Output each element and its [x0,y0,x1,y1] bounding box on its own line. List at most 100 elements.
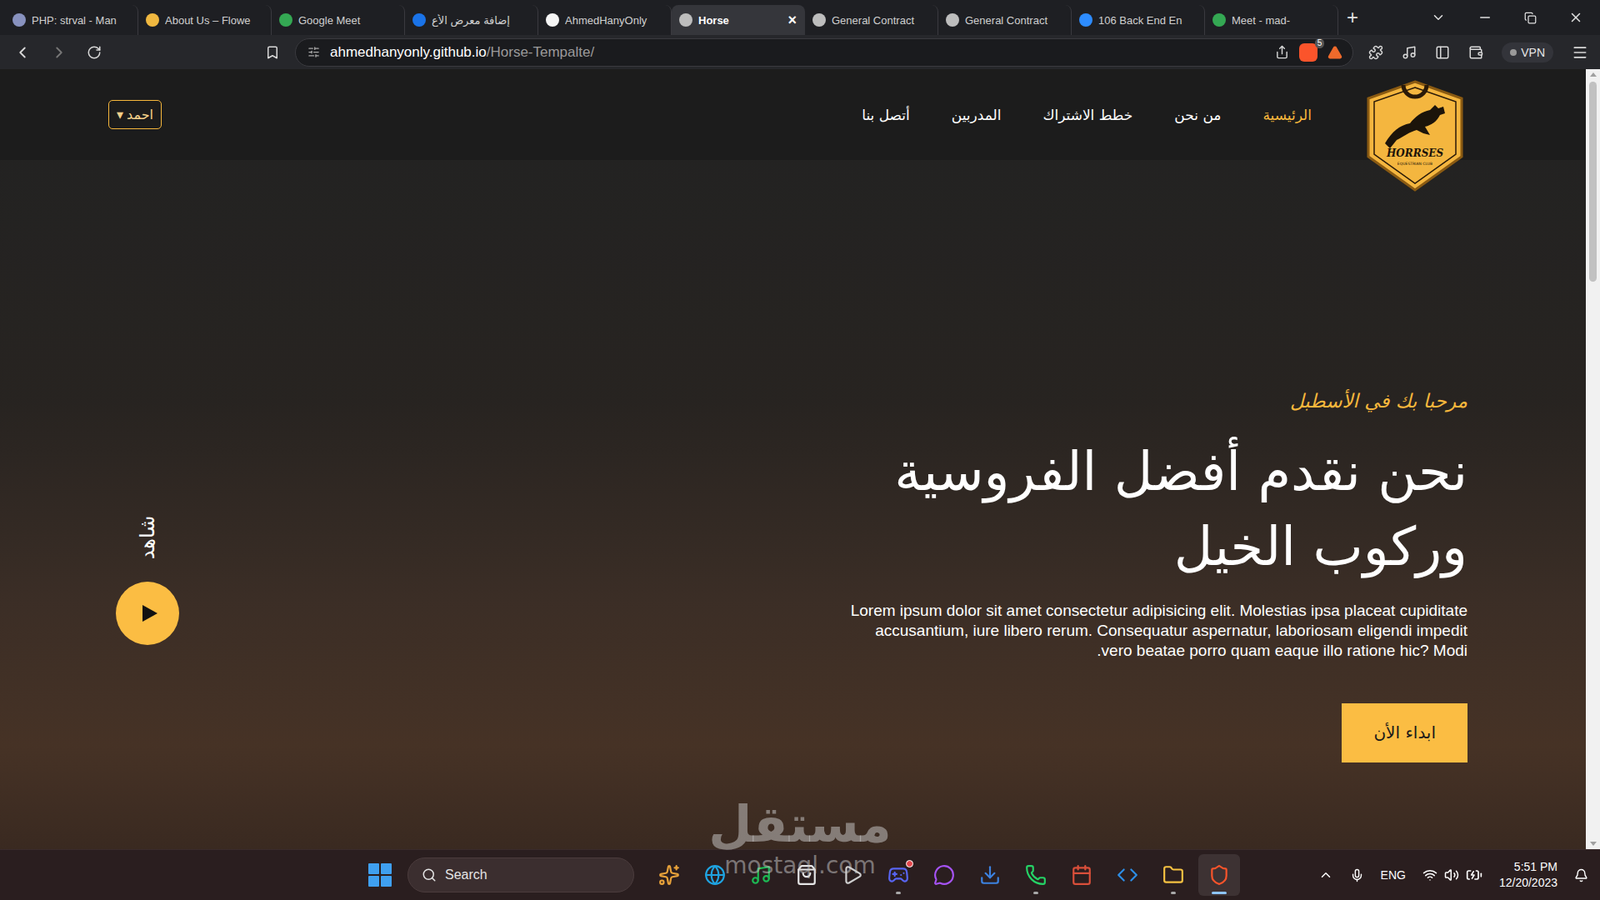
taskbar-app[interactable] [1198,854,1240,896]
start-button-icon[interactable] [360,855,400,895]
show-hidden-icon[interactable] [1318,867,1334,883]
brave-rewards-icon[interactable] [1327,45,1343,60]
nav-link[interactable]: الرئيسية [1262,106,1312,124]
shields-count: 5 [1315,38,1325,49]
tab-label: About Us – Flowe [165,14,264,27]
browser-tab[interactable]: إضافة معرض الأع [405,5,539,35]
wifi-icon[interactable] [1422,867,1438,883]
back-icon[interactable] [13,43,32,62]
screen: PHP: strval - Man About Us – Flowe Google … [0,0,1600,900]
clock[interactable]: 5:51 PM12/20/2023 [1499,859,1558,891]
address-bar[interactable]: ahmedhanyonly.github.io/Horse-Tempalte/5 [295,38,1354,67]
brave-shields-icon[interactable]: 5 [1299,43,1318,62]
tab-label: 106 Back End En [1098,14,1197,27]
page-scrollbar[interactable] [1585,69,1600,850]
favicon-icon [945,13,960,27]
close-window-icon[interactable] [1568,10,1584,25]
browser-tab[interactable]: 106 Back End En [1071,5,1205,35]
nav-link[interactable]: خطط الاشتراك [1042,106,1133,124]
taskbar-app[interactable] [1106,854,1149,896]
app-icon [1162,864,1185,886]
minimize-icon[interactable] [1477,10,1493,25]
tab-label: General Contract [965,14,1064,27]
tab-label: General Contract [831,14,930,27]
browser-tab[interactable]: PHP: strval - Man [5,5,139,35]
site-navbar: HORRSESEQUESTRIAN CLUB الرئيسية من نحن خطط … [0,69,1586,160]
browser-tab[interactable]: AhmedHanyOnly [538,5,672,35]
app-icon [750,864,772,886]
scroll-thumb[interactable] [1589,81,1597,282]
nav-link[interactable]: من نحن [1174,106,1221,124]
favicon-icon [545,13,560,27]
taskbar-app[interactable] [831,854,874,896]
tab-close-button[interactable]: × [787,12,797,28]
taskbar-search[interactable]: Search [407,857,635,893]
battery-icon[interactable] [1465,866,1483,884]
new-tab-button[interactable]: + [1346,7,1359,28]
favicon-icon [145,13,160,27]
svg-text:HORRSES: HORRSES [1385,147,1445,160]
app-icon [658,864,680,886]
taskbar-app[interactable] [740,854,782,896]
volume-icon[interactable] [1444,867,1460,883]
taskbar-app[interactable] [785,854,828,896]
favicon-icon [12,13,26,27]
browser-tab[interactable]: About Us – Flowe [138,5,272,35]
share-icon[interactable] [1275,45,1290,60]
browser-tab[interactable]: Meet - mad- [1205,5,1339,35]
favicon-icon [679,13,693,27]
browser-tab[interactable]: General Contract [938,5,1072,35]
favicon-icon [412,13,426,27]
app-icon [795,864,818,886]
browser-tab[interactable]: General Contract [805,5,939,35]
play-button[interactable] [115,581,180,645]
tab-label: AhmedHanyOnly [565,14,664,27]
browser-tab[interactable]: Google Meet [271,5,405,35]
forward-icon[interactable] [50,43,69,62]
menu-icon[interactable] [1571,44,1589,61]
app-icon [704,864,726,886]
hero-section: مرحبا بك في الأسطبلنحن نقدم أفضل الفروسي… [0,160,1586,850]
restore-icon[interactable] [1524,11,1537,25]
favicon-icon [1079,13,1093,27]
hero-eyebrow: مرحبا بك في الأسطبل [1290,388,1468,414]
sidebar-icon[interactable] [1435,45,1450,60]
bookmark-icon[interactable] [265,45,280,60]
extensions-icon[interactable] [1368,45,1384,60]
horses-logo-icon[interactable]: HORRSESEQUESTRIAN CLUB [1363,73,1468,195]
app-icon [1070,864,1093,886]
app-icon [887,864,910,886]
nav-link[interactable]: المدربين [951,106,1002,124]
taskbar-app[interactable] [969,854,1011,896]
site-settings-icon[interactable] [307,45,320,59]
reload-icon[interactable] [86,45,102,60]
tab-search-icon[interactable] [1430,10,1446,25]
site-logo[interactable]: HORRSESEQUESTRIAN CLUB [1363,69,1468,160]
media-icon[interactable] [1401,45,1417,60]
start-button[interactable]: ابداء الأن [1341,703,1468,763]
app-icon [841,864,864,886]
tab-label: إضافة معرض الأع [431,14,530,27]
notifications-icon[interactable] [1574,868,1589,883]
taskbar-app[interactable] [923,854,965,896]
user-menu-button[interactable]: احمد▾ [108,100,162,130]
wallet-icon[interactable] [1468,45,1484,60]
taskbar-app[interactable] [694,854,736,896]
vpn-button[interactable]: VPN [1501,42,1554,63]
system-tray: ENG 5:51 PM12/20/2023 [1240,859,1589,891]
browser-tab[interactable]: Horse × [671,5,805,35]
nav-link[interactable]: أتصل بنا [861,106,910,124]
tab-label: Google Meet [298,14,397,27]
taskbar-app[interactable] [1015,854,1057,896]
language-indicator[interactable]: ENG [1380,868,1406,882]
tab-label: Horse [698,14,782,27]
app-icon [933,864,955,886]
tab-label: PHP: strval - Man [31,14,130,27]
taskbar-app[interactable] [877,854,920,896]
taskbar-app[interactable] [1060,854,1103,896]
hero-text: Lorem ipsum dolor sit amet consectetur a… [846,600,1468,661]
microphone-icon[interactable] [1350,868,1365,883]
taskbar-app[interactable] [1152,854,1195,896]
app-icon [1208,864,1230,886]
taskbar-app[interactable] [648,854,690,896]
